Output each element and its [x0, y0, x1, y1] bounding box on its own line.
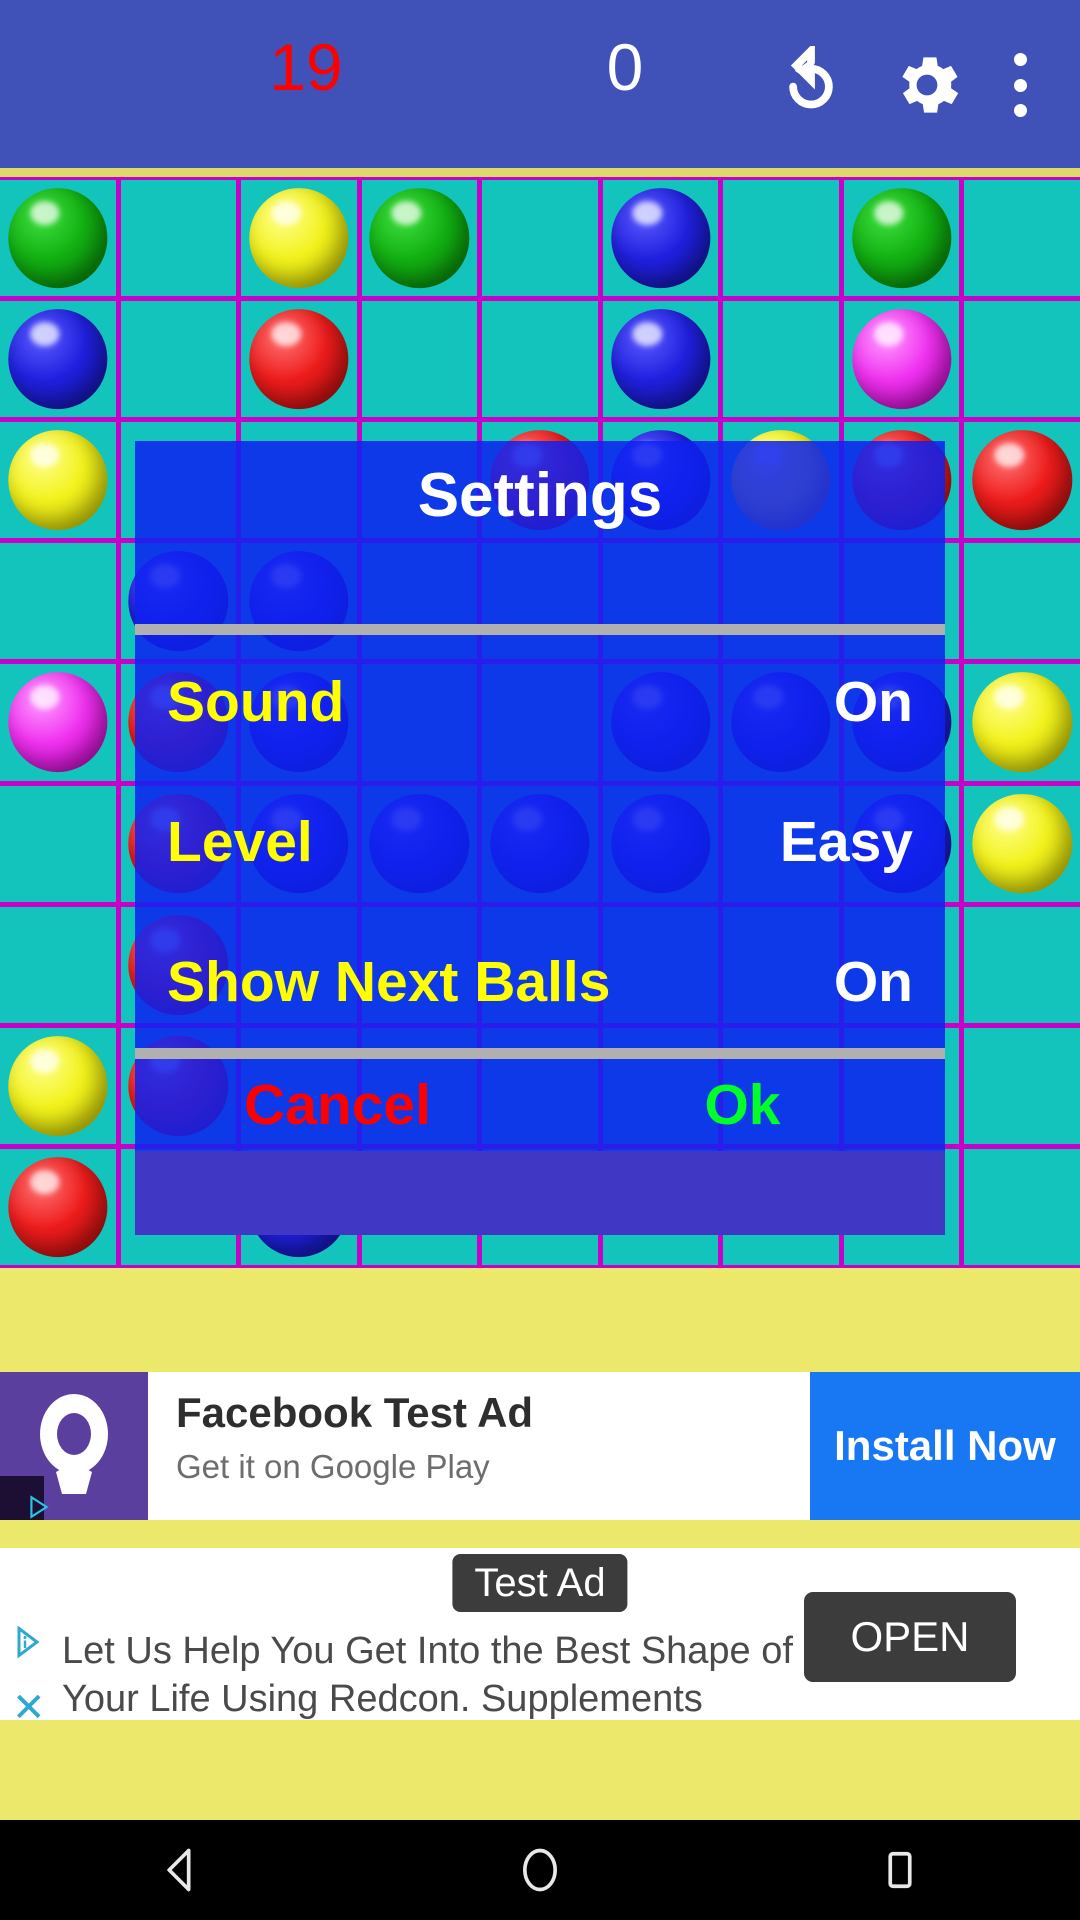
board-cell[interactable] — [964, 301, 1080, 418]
board-cell[interactable] — [120, 180, 237, 297]
setting-label-sound: Sound — [167, 669, 345, 734]
home-circle-icon[interactable] — [480, 1820, 600, 1920]
recents-square-icon[interactable] — [840, 1820, 960, 1920]
setting-label-level: Level — [167, 809, 313, 874]
setting-row-show-next-balls[interactable]: Show Next Balls On — [135, 921, 945, 1043]
bottom-frame-fill — [0, 1720, 1080, 1820]
dialog-footer-strip — [135, 1151, 945, 1235]
ad-text-block: Facebook Test Ad Get it on Google Play — [148, 1372, 810, 1520]
board-cell[interactable] — [0, 1148, 116, 1265]
board-cell[interactable] — [843, 180, 960, 297]
back-triangle-icon[interactable] — [120, 1820, 240, 1920]
adchoices-icon[interactable] — [10, 1622, 46, 1667]
board-top-frame — [0, 168, 1080, 177]
board-cell[interactable] — [120, 301, 237, 418]
board-cell[interactable] — [964, 543, 1080, 660]
overflow-menu-icon[interactable] — [1000, 46, 1040, 124]
board-cell[interactable] — [964, 422, 1080, 539]
board-cell[interactable] — [723, 180, 839, 297]
setting-label-show-next-balls: Show Next Balls — [167, 949, 611, 1014]
setting-row-level[interactable]: Level Easy — [135, 781, 945, 903]
ball-green[interactable] — [851, 188, 952, 288]
board-cell[interactable] — [0, 664, 116, 781]
board-cell[interactable] — [723, 301, 839, 418]
menu-dot — [1013, 104, 1027, 117]
ball-blue[interactable] — [610, 309, 711, 410]
setting-value-sound[interactable]: On — [834, 673, 913, 731]
board-cell[interactable] — [0, 422, 116, 539]
ball-red[interactable] — [249, 309, 349, 410]
undo-restart-icon[interactable] — [772, 41, 850, 124]
board-cell[interactable] — [0, 180, 116, 297]
board-cell[interactable] — [0, 543, 116, 660]
ball-yellow[interactable] — [8, 1035, 108, 1136]
board-cell[interactable] — [964, 785, 1080, 902]
board-cell[interactable] — [602, 180, 719, 297]
ad-title: Facebook Test Ad — [176, 1389, 534, 1436]
app-root: 19 0 Settings Sound On Level Easy Show N… — [0, 0, 1080, 1920]
ball-yellow[interactable] — [972, 793, 1072, 894]
moves-counter: 19 — [269, 30, 343, 104]
settings-dialog: Settings Sound On Level Easy Show Next B… — [135, 441, 945, 1151]
ball-magenta[interactable] — [8, 672, 108, 773]
android-navbar — [0, 1820, 1080, 1920]
ok-button[interactable]: Ok — [540, 1076, 945, 1134]
cancel-button[interactable]: Cancel — [135, 1076, 540, 1134]
board-cell[interactable] — [964, 180, 1080, 297]
board-cell[interactable] — [0, 785, 116, 902]
native-ad[interactable]: Test Ad ✕ Let Us Help You Get Into the B… — [0, 1548, 1080, 1720]
ball-red[interactable] — [8, 1157, 108, 1257]
dialog-button-row: Cancel Ok — [135, 1059, 945, 1151]
setting-value-show-next-balls[interactable]: On — [834, 953, 913, 1011]
board-cell[interactable] — [0, 1027, 116, 1144]
board-cell[interactable] — [361, 301, 478, 418]
ball-blue[interactable] — [610, 188, 711, 288]
ball-green[interactable] — [8, 188, 108, 288]
test-ad-badge: Test Ad — [452, 1554, 628, 1612]
score-counter: 0 — [606, 30, 644, 104]
facebook-audience-network-logo-icon — [0, 1372, 148, 1520]
ball-magenta[interactable] — [851, 309, 952, 410]
adchoices-icon[interactable] — [0, 1476, 49, 1520]
ball-blue[interactable] — [8, 309, 108, 410]
dialog-divider-top — [135, 624, 945, 635]
ball-green[interactable] — [369, 188, 470, 288]
board-cell[interactable] — [241, 301, 357, 418]
ball-yellow[interactable] — [972, 672, 1072, 773]
menu-dot — [1013, 78, 1027, 92]
board-cell[interactable] — [602, 301, 719, 418]
board-cell[interactable] — [0, 906, 116, 1023]
game-header: 19 0 — [0, 0, 1080, 168]
board-cell[interactable] — [482, 180, 598, 297]
board-cell[interactable] — [843, 301, 960, 418]
board-cell[interactable] — [964, 1148, 1080, 1265]
setting-value-level[interactable]: Easy — [780, 813, 913, 871]
board-cell[interactable] — [964, 906, 1080, 1023]
setting-row-sound[interactable]: Sound On — [135, 641, 945, 763]
ball-yellow[interactable] — [8, 430, 108, 531]
board-cell[interactable] — [482, 301, 598, 418]
menu-dot — [1013, 53, 1027, 66]
ball-red[interactable] — [972, 430, 1072, 531]
dialog-title: Settings — [417, 461, 663, 530]
close-icon[interactable]: ✕ — [12, 1688, 46, 1720]
install-now-button[interactable]: Install Now — [810, 1372, 1080, 1520]
board-cell[interactable] — [964, 1027, 1080, 1144]
board-cell[interactable] — [361, 180, 478, 297]
open-button[interactable]: OPEN — [804, 1592, 1016, 1682]
gear-icon[interactable] — [888, 46, 966, 124]
board-cell[interactable] — [241, 180, 357, 297]
ad-banner[interactable]: Facebook Test Ad Get it on Google Play I… — [0, 1372, 1080, 1520]
board-cell[interactable] — [0, 301, 116, 418]
ad-subtitle: Get it on Google Play — [176, 1448, 490, 1486]
board-cell[interactable] — [964, 664, 1080, 781]
ball-yellow[interactable] — [249, 188, 349, 288]
ad-body-text: Let Us Help You Get Into the Best Shape … — [62, 1630, 793, 1720]
dialog-divider-bottom — [135, 1048, 945, 1059]
